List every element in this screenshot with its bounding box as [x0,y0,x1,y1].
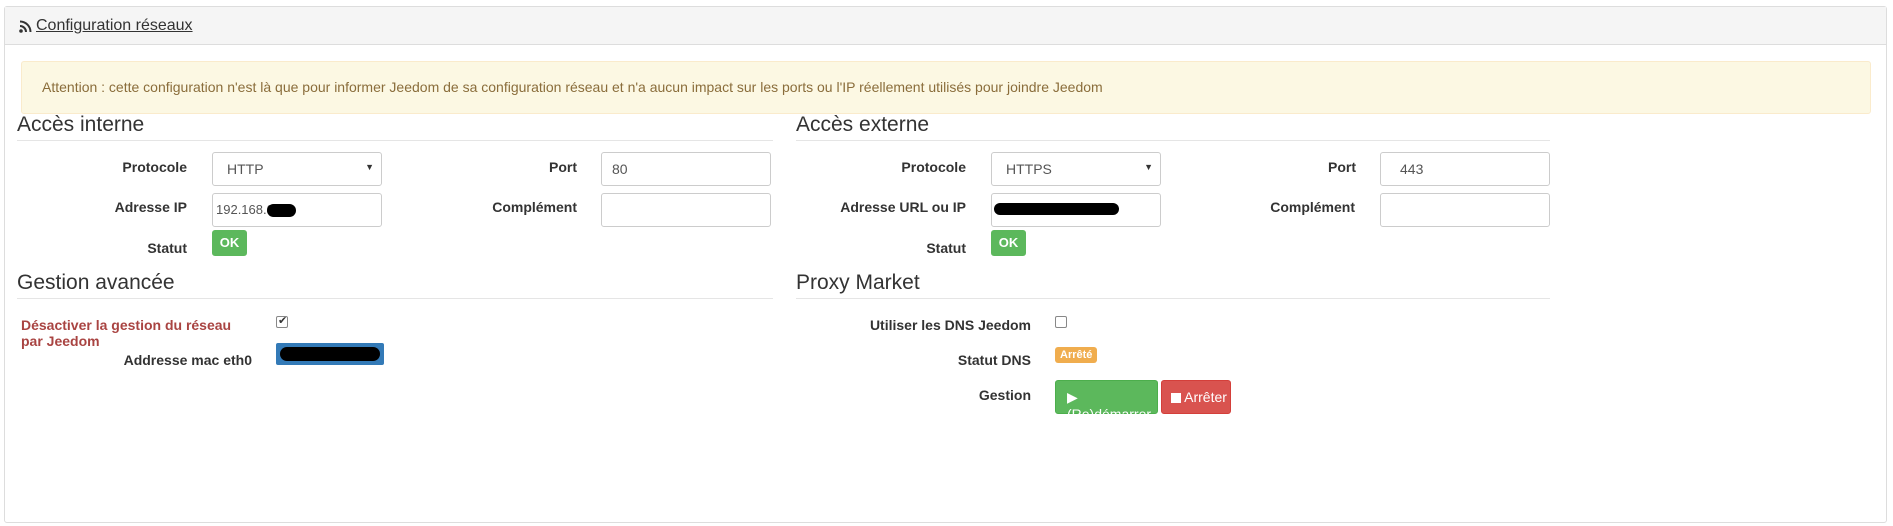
external-protocol-label: Protocole [901,159,966,175]
external-url-label: Adresse URL ou IP [840,199,966,215]
external-status-label: Statut [926,240,966,256]
internal-ip-label: Adresse IP [114,199,187,215]
stop-icon [1171,393,1181,403]
restart-button[interactable]: ▶ (Re)démarrer [1055,380,1158,422]
internal-protocol-value: HTTP [227,161,264,177]
mac-address-field[interactable] [276,343,384,365]
play-icon: ▶ [1067,389,1078,405]
external-access-legend: Accès externe [796,113,1550,141]
dns-status-label: Statut DNS [957,352,1031,368]
external-protocol-value: HTTPS [1006,161,1052,177]
caret-down-icon: ▼ [365,162,374,172]
rss-icon [19,20,32,33]
caret-down-icon: ▼ [1144,162,1153,172]
redacted-mark [267,204,296,217]
panel-heading: Configuration réseaux [5,7,1886,45]
stop-button[interactable]: Arrêter [1161,380,1231,414]
disable-network-checkbox[interactable] [276,314,288,328]
internal-protocol-select[interactable]: HTTP ▼ [212,152,382,186]
internal-complement-label: Complément [492,199,577,215]
stop-button-label: Arrêter [1184,389,1227,405]
external-status-badge: OK [991,230,1026,256]
advanced-management-legend: Gestion avancée [17,271,773,299]
external-complement-input[interactable] [1380,193,1550,227]
dns-label: Utiliser les DNS Jeedom [869,317,1031,333]
external-protocol-select[interactable]: HTTPS ▼ [991,152,1161,186]
redacted-mark [280,347,380,361]
external-port-input[interactable]: 443 [1380,152,1550,186]
internal-port-input[interactable]: 80 [601,152,771,186]
disable-network-label: Désactiver la gestion du réseau par Jeed… [21,317,232,349]
external-port-label: Port [1328,159,1356,175]
dns-status-badge: Arrêté [1055,347,1098,363]
internal-ip-input[interactable]: 192.168.0. [212,193,382,227]
internal-complement-input[interactable] [601,193,771,227]
proxy-market-legend: Proxy Market [796,271,1550,299]
external-url-input[interactable] [991,193,1161,227]
warning-alert: Attention : cette configuration n'est là… [21,61,1871,114]
internal-protocol-label: Protocole [122,159,187,175]
redacted-mark [994,203,1119,215]
external-complement-label: Complément [1270,199,1355,215]
dns-checkbox[interactable] [1055,316,1067,328]
mac-address-label: Addresse mac eth0 [123,352,252,368]
internal-access-legend: Accès interne [17,113,773,141]
network-config-panel: Configuration réseaux Attention : cette … [4,6,1887,523]
restart-button-label: (Re)démarrer [1067,406,1152,422]
internal-port-label: Port [549,159,577,175]
manage-label: Gestion [978,387,1031,403]
panel-title[interactable]: Configuration réseaux [36,17,193,35]
internal-status-label: Statut [147,240,187,256]
internal-status-badge: OK [212,230,247,256]
